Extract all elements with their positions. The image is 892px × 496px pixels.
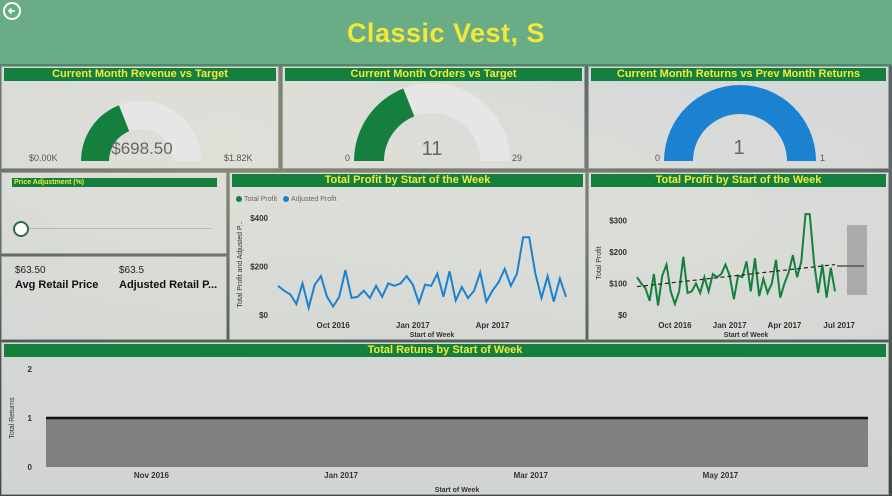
profit-chart-panel-2[interactable]: Total Profit by Start of the Week $300 $2… (588, 172, 889, 340)
x-tick-label: May 2017 (703, 471, 739, 480)
header-bar: Classic Vest, S (0, 0, 892, 66)
adjusted-retail-price-value: $63.5 (119, 265, 145, 276)
orders-gauge-panel[interactable]: Current Month Orders vs Target 11 0 29 (282, 66, 585, 169)
profit-chart-2: $300 $200 $100 $0 Oct 2016 Jan 2017 Apr 2017 Ju… (596, 213, 867, 339)
avg-retail-price-label: Avg Retail Price (15, 279, 99, 291)
y-axis-label: Total Profit (596, 246, 603, 279)
x-tick-label: Oct 2016 (316, 321, 350, 330)
returns-gauge-max: 1 (820, 153, 826, 163)
x-tick-label: Oct 2016 (658, 321, 692, 330)
x-tick-label: Jan 2017 (324, 471, 358, 480)
x-axis-label: Start of Week (435, 487, 480, 494)
price-adjustment-slicer: Price Adjustment (%) (1, 172, 227, 254)
area-fill (46, 418, 868, 467)
y-tick-label: $0 (618, 311, 627, 320)
revenue-gauge-min: $0.00K (29, 153, 58, 163)
slicer-title: Price Adjustment (%) (12, 178, 217, 187)
y-axis-label: Total Returns (9, 397, 16, 439)
returns-gauge-min: 0 (655, 153, 661, 163)
y-tick-label: $200 (609, 248, 627, 257)
revenue-gauge-panel[interactable]: Current Month Revenue vs Target $698.50 … (1, 66, 279, 169)
x-tick-label: Jan 2017 (713, 321, 747, 330)
returns-chart-panel[interactable]: Total Retuns by Start of Week 2 1 0 Nov 201… (1, 342, 889, 495)
x-tick-label: Apr 2017 (768, 321, 802, 330)
slider-track[interactable] (16, 228, 212, 229)
revenue-gauge-value: $698.50 (111, 139, 173, 158)
price-cards-panel: $63.50 Avg Retail Price $63.5 Adjusted R… (1, 256, 227, 340)
y-tick-label: 2 (28, 365, 33, 374)
x-tick-label: Jul 2017 (823, 321, 855, 330)
y-tick-label: $300 (609, 216, 627, 225)
y-tick-label: 1 (28, 414, 33, 423)
profit-chart-panel-1[interactable]: Total Profit by Start of the Week Total … (229, 172, 586, 340)
returns-chart: 2 1 0 Nov 2016 Jan 2017 Mar 2017 May 2017 Start… (9, 365, 868, 494)
x-axis-label: Start of Week (410, 332, 455, 339)
x-tick-label: Mar 2017 (514, 471, 549, 480)
y-tick-label: $100 (609, 279, 627, 288)
series-line (636, 213, 836, 308)
profit-chart-1: $400 $200 $0 Oct 2016 Jan 2017 Apr 2017 Start … (237, 214, 567, 339)
revenue-gauge-max: $1.82K (224, 153, 253, 163)
y-tick-label: $400 (250, 214, 268, 223)
returns-gauge-panel[interactable]: Current Month Returns vs Prev Month Retu… (588, 66, 889, 169)
x-tick-label: Jan 2017 (396, 321, 430, 330)
x-tick-label: Apr 2017 (476, 321, 510, 330)
slider-handle[interactable] (13, 221, 29, 237)
returns-gauge-value: 1 (733, 137, 745, 159)
y-tick-label: $200 (250, 262, 268, 271)
forecast-band (847, 225, 867, 295)
y-tick-label: $0 (259, 311, 268, 320)
adjusted-retail-price-label: Adjusted Retail P... (119, 279, 218, 291)
y-tick-label: 0 (28, 463, 33, 472)
x-axis-label: Start of Week (724, 332, 769, 339)
avg-retail-price-value: $63.50 (15, 265, 46, 276)
orders-gauge-value: 11 (421, 138, 443, 160)
x-tick-label: Nov 2016 (134, 471, 170, 480)
page-title: Classic Vest, S (346, 18, 546, 48)
orders-gauge-max: 29 (512, 153, 523, 163)
series-line (277, 236, 567, 312)
y-axis-label: Total Profit and Adjusted P... (237, 220, 244, 307)
orders-gauge-min: 0 (345, 153, 351, 163)
